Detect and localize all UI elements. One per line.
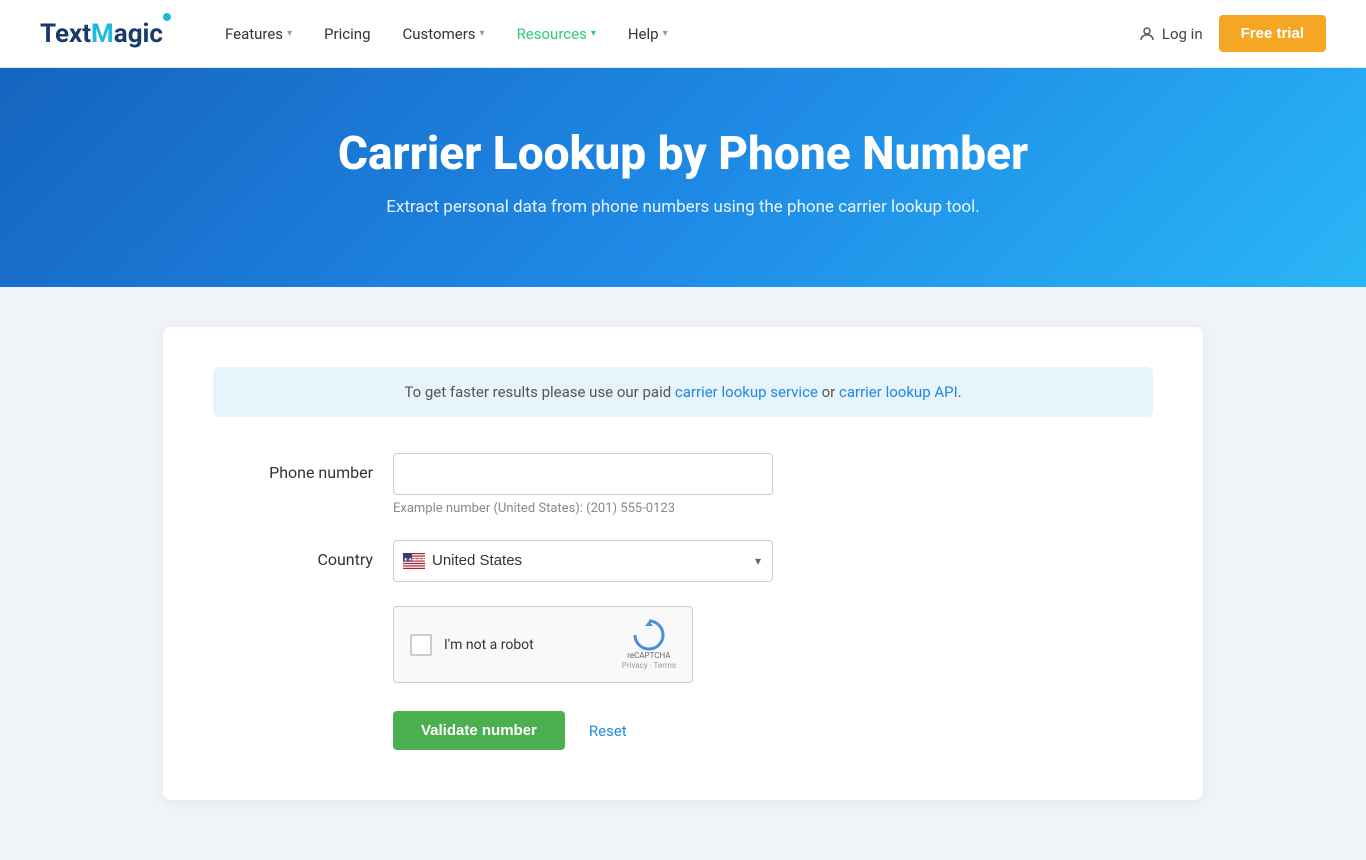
carrier-lookup-api-link[interactable]: carrier lookup API [839,383,958,401]
phone-input[interactable] [393,453,773,495]
nav-help[interactable]: Help ▾ [614,17,682,51]
validate-button[interactable]: Validate number [393,711,565,750]
captcha-checkbox[interactable] [410,634,432,656]
main-nav: Features ▾ Pricing Customers ▾ Resources… [211,17,1138,51]
user-icon [1138,25,1156,43]
hero-subtitle: Extract personal data from phone numbers… [40,197,1326,217]
info-text2: or [818,383,839,401]
login-button[interactable]: Log in [1138,25,1203,43]
phone-hint: Example number (United States): (201) 55… [393,501,773,516]
form-actions: Validate number Reset [393,711,1153,750]
nav-resources[interactable]: Resources ▾ [503,17,610,51]
header-actions: Log in Free trial [1138,15,1326,52]
features-chevron-icon: ▾ [287,28,292,39]
hero-section: Carrier Lookup by Phone Number Extract p… [0,68,1366,287]
customers-chevron-icon: ▾ [480,28,485,39]
recaptcha-icon [633,619,665,651]
country-select[interactable]: United States United Kingdom Canada Aust… [393,540,773,582]
reset-link[interactable]: Reset [589,722,627,740]
info-banner: To get faster results please use our pai… [213,367,1153,417]
phone-label: Phone number [213,453,393,482]
resources-chevron-icon: ▾ [591,28,596,39]
captcha-label: I'm not a robot [444,637,534,653]
nav-customers[interactable]: Customers ▾ [389,17,499,51]
logo-text: TextMagic [40,19,163,49]
country-label: Country [213,540,393,569]
free-trial-button[interactable]: Free trial [1219,15,1326,52]
header: TextMagic Features ▾ Pricing Customers ▾… [0,0,1366,68]
nav-features[interactable]: Features ▾ [211,17,306,51]
help-chevron-icon: ▾ [663,28,668,39]
info-text: To get faster results please use our pai… [404,383,675,401]
page-title: Carrier Lookup by Phone Number [40,128,1326,181]
phone-number-row: Phone number Example number (United Stat… [213,453,1153,516]
nav-pricing[interactable]: Pricing [310,17,384,51]
info-text3: . [958,383,962,401]
captcha-box: I'm not a robot reCAPTCHA Privacy · Term… [393,606,693,683]
phone-field: Example number (United States): (201) 55… [393,453,773,516]
captcha-logo: reCAPTCHA Privacy · Terms [622,619,676,670]
carrier-lookup-service-link[interactable]: carrier lookup service [675,383,818,401]
lookup-card: To get faster results please use our pai… [163,327,1203,800]
country-field: ★★★★★★ United States United Kingdom Cana… [393,540,773,582]
captcha-privacy-text: Privacy · Terms [622,661,676,670]
captcha-left: I'm not a robot [410,634,534,656]
captcha-brand-text: reCAPTCHA [627,651,670,661]
main-content: To get faster results please use our pai… [0,287,1366,860]
logo[interactable]: TextMagic [40,19,163,49]
country-row: Country ★★★★★★ [213,540,1153,582]
captcha-container: I'm not a robot reCAPTCHA Privacy · Term… [393,606,1153,683]
country-select-wrapper: ★★★★★★ United States United Kingdom Cana… [393,540,773,582]
